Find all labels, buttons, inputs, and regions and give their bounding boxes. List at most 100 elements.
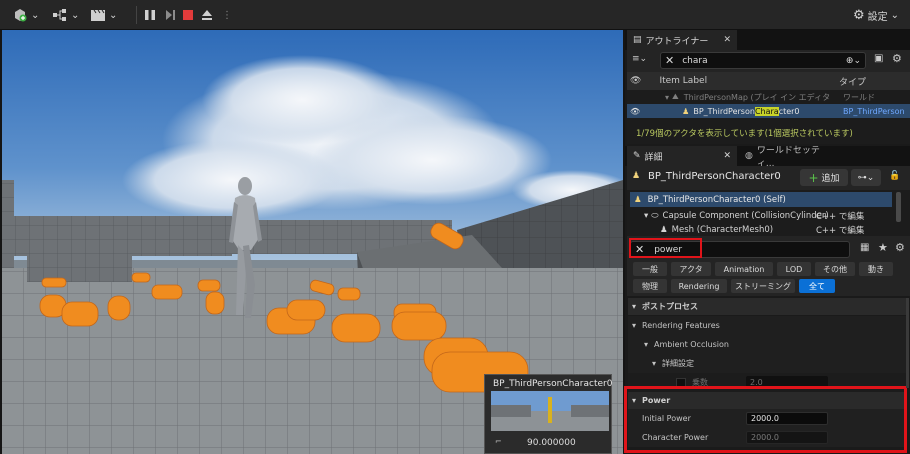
filter-icon[interactable]: ≡⌄ xyxy=(632,54,647,64)
visibility-icon[interactable]: 👁 xyxy=(630,107,640,116)
filter-physics[interactable]: 物理 xyxy=(633,279,667,293)
gear-icon[interactable]: ⚙ xyxy=(895,241,905,254)
add-circle-icon[interactable]: ⊕⌄ xyxy=(846,56,861,66)
chevron-down-icon: ▾ xyxy=(652,359,657,368)
component-capsule[interactable]: ▾ ⬭ Capsule Component (CollisionCylinder… xyxy=(630,208,892,223)
outliner-row-character[interactable]: 👁 ♟ BP_ThirdPersonCharacter0 BP_ThirdPer… xyxy=(627,104,910,118)
section-ambient-occlusion[interactable]: ▾ Ambient Occlusion xyxy=(628,335,906,354)
character-row-label: BP_ThirdPersonCharacter0 xyxy=(693,106,800,116)
tab-world-settings[interactable]: ◍ ワールドセッティ... xyxy=(739,146,839,169)
outliner-tab-label: アウトライナー xyxy=(645,36,709,47)
filter-streaming[interactable]: ストリーミング xyxy=(731,279,795,293)
pause-button[interactable] xyxy=(144,5,156,25)
components-scrollbar[interactable] xyxy=(896,192,901,222)
star-icon[interactable]: ★ xyxy=(878,241,888,254)
filter-rendering[interactable]: Rendering xyxy=(671,279,727,293)
add-component-button[interactable]: + 追加 xyxy=(800,169,848,186)
main-toolbar: ⌄ ⌄ ⌄ ⋮ ⚙ 設定 ⌄ xyxy=(0,0,910,30)
col-type[interactable]: タイプ xyxy=(839,75,866,88)
camera-preview-window: BP_ThirdPersonCharacter0 ⌐ 90.000000 xyxy=(484,374,612,454)
blueprint-button[interactable]: ⌄ xyxy=(52,5,79,25)
capsule-action[interactable]: C++ で編集 xyxy=(816,210,864,222)
filter-animation[interactable]: Animation xyxy=(715,262,773,276)
actor-name[interactable]: BP_ThirdPersonCharacter0 xyxy=(648,171,781,182)
chevron-down-icon: ▾ xyxy=(644,340,649,349)
camera-icon: ⌐ xyxy=(495,437,502,446)
mesh-label: Mesh (CharacterMesh0) xyxy=(671,225,774,235)
add-actor-button[interactable]: ⌄ xyxy=(12,5,39,25)
settings-label: 設定 xyxy=(867,11,888,23)
clear-search-icon[interactable]: ✕ xyxy=(665,54,674,67)
properties-scrollbar[interactable] xyxy=(906,298,909,388)
gear-icon[interactable]: ⚙ xyxy=(892,52,902,65)
outliner-search-input[interactable]: ✕ chara ⊕⌄ xyxy=(660,52,866,69)
tab-outliner[interactable]: ▤ アウトライナー ✕ xyxy=(627,30,737,50)
outliner-header: 👁 Item Label タイプ xyxy=(627,72,910,90)
section-advanced[interactable]: ▾ 詳細設定 xyxy=(628,354,906,373)
world-row-label: ThirdPersonMap (プレイ イン エディタ xyxy=(683,92,831,102)
filter-lod[interactable]: LOD xyxy=(777,262,811,276)
capsule-icon: ⬭ xyxy=(651,210,659,221)
chevron-down-icon: ⌄ xyxy=(890,9,900,21)
component-self-label: BP_ThirdPersonCharacter0 (Self) xyxy=(647,194,786,205)
vertical-dots-icon: ⋮ xyxy=(222,9,232,21)
filter-other[interactable]: その他 xyxy=(815,262,855,276)
step-forward-icon xyxy=(164,9,176,21)
chevron-down-icon: ▾ xyxy=(665,92,670,102)
filter-actor[interactable]: アクタ xyxy=(671,262,711,276)
label-part: BP_ThirdPerson xyxy=(693,106,755,116)
world-row-type: ワールド xyxy=(843,92,875,102)
add-label: 追加 xyxy=(821,174,840,184)
chevron-down-icon: ⌄ xyxy=(109,9,118,21)
eject-icon xyxy=(201,9,213,21)
filter-movement[interactable]: 動き xyxy=(859,262,893,276)
eject-button[interactable] xyxy=(201,5,213,25)
search-highlight-box xyxy=(629,238,702,258)
capsule-label: Capsule Component (CollisionCylinder) xyxy=(662,210,829,221)
more-options-button[interactable]: ⋮ xyxy=(222,5,232,25)
plus-icon: + xyxy=(808,170,819,185)
stop-icon xyxy=(182,9,194,21)
close-icon[interactable]: ✕ xyxy=(723,35,731,45)
close-icon[interactable]: ✕ xyxy=(723,151,731,161)
settings-button[interactable]: ⚙ 設定 ⌄ xyxy=(853,5,899,25)
blueprint-nodes-icon xyxy=(52,8,68,22)
section-rendering-features[interactable]: ▾ Rendering Features xyxy=(628,316,906,335)
lock-icon[interactable]: 🔓 xyxy=(889,171,900,181)
outliner-icon: ▤ xyxy=(633,35,642,45)
outliner-row-world[interactable]: ▾ ⛰ ThirdPersonMap (プレイ イン エディタ ワールド xyxy=(627,90,910,104)
chevron-down-icon: ⌄ xyxy=(31,9,40,21)
cinematics-button[interactable]: ⌄ xyxy=(90,5,117,25)
new-folder-icon[interactable]: ▣ xyxy=(874,53,883,64)
mesh-action[interactable]: C++ で編集 xyxy=(816,224,864,236)
preview-image xyxy=(491,391,609,431)
component-mesh[interactable]: ♟ Mesh (CharacterMesh0) C++ で編集 xyxy=(630,224,892,236)
outliner-search-text: chara xyxy=(682,55,708,66)
filter-all[interactable]: 全て xyxy=(799,279,835,293)
tab-details[interactable]: ✎ 詳細 ✕ xyxy=(627,146,737,166)
blueprint-options-button[interactable]: ⊶⌄ xyxy=(851,169,881,186)
visibility-icon[interactable]: 👁 xyxy=(630,76,641,86)
advanced-label: 詳細設定 xyxy=(662,359,695,368)
component-self[interactable]: ♟ BP_ThirdPersonCharacter0 (Self) xyxy=(630,192,892,207)
stop-button[interactable] xyxy=(182,5,194,25)
filter-general[interactable]: 一般 xyxy=(633,262,667,276)
col-item-label[interactable]: Item Label xyxy=(659,76,707,86)
level-viewport[interactable]: BP_ThirdPersonCharacter0 ⌐ 90.000000 xyxy=(2,30,623,454)
details-tab-label: 詳細 xyxy=(644,152,663,163)
chevron-down-icon: ⌄ xyxy=(71,9,80,21)
details-icon: ✎ xyxy=(633,151,641,161)
grid-view-icon[interactable]: ▦ xyxy=(860,242,869,253)
preview-title: BP_ThirdPersonCharacter0 xyxy=(493,379,613,389)
world-icon: ⛰ xyxy=(672,92,679,101)
frame-skip-button[interactable] xyxy=(164,5,176,25)
gear-icon: ⚙ xyxy=(853,7,865,23)
label-part: cter0 xyxy=(778,106,800,116)
search-highlight: Chara xyxy=(754,106,779,116)
rendering-features-label: Rendering Features xyxy=(642,321,720,330)
section-post-process[interactable]: ▾ ポストプロセス xyxy=(628,298,906,315)
pawn-icon: ♟ xyxy=(682,106,690,116)
clapperboard-icon xyxy=(90,8,106,22)
chevron-down-icon: ▾ xyxy=(632,321,637,330)
pause-icon xyxy=(144,9,156,21)
